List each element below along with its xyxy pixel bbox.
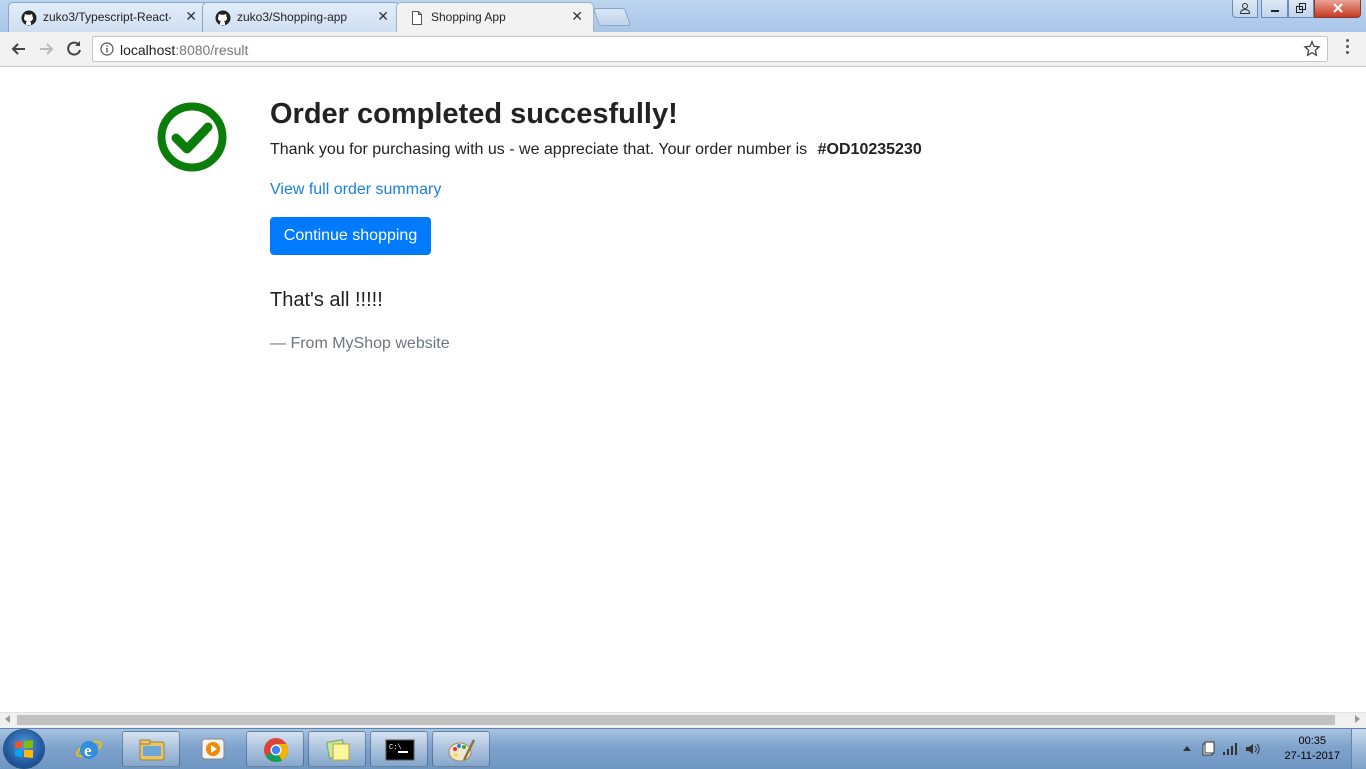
github-icon: [21, 10, 37, 26]
blockquote-text: That's all !!!!!: [270, 289, 383, 311]
scroll-right-icon[interactable]: [1355, 715, 1360, 723]
page-content: Order completed succesfully! Thank you f…: [0, 67, 1366, 712]
tab-close-icon[interactable]: ✕: [571, 8, 583, 25]
show-desktop-button[interactable]: [1351, 729, 1366, 769]
user-icon: [1239, 3, 1251, 14]
taskbar-explorer[interactable]: [122, 731, 180, 767]
url-host: localhost: [120, 42, 176, 58]
blockquote-footer: — From MyShop website: [270, 335, 450, 352]
url-text[interactable]: localhost:8080/result: [120, 42, 248, 58]
reload-icon[interactable]: [61, 36, 87, 62]
svg-text:e: e: [84, 741, 92, 760]
show-hidden-icons-icon[interactable]: [1182, 744, 1192, 752]
taskbar-ie[interactable]: e: [60, 731, 118, 767]
action-center-icon[interactable]: [1200, 741, 1216, 757]
github-icon: [215, 10, 231, 26]
tab-close-icon[interactable]: ✕: [185, 8, 197, 25]
chrome-icon: [264, 738, 289, 763]
sticky-notes-icon: [326, 739, 350, 761]
browser-tab-strip: zuko3/Typescript-React-Redux ✕ zuko3/Sho…: [0, 0, 1366, 32]
tab-shopping-app-repo[interactable]: zuko3/Shopping-app ✕: [202, 2, 400, 32]
taskbar-media-player[interactable]: [184, 731, 242, 767]
tab-close-icon[interactable]: ✕: [377, 8, 389, 25]
url-path: :8080/result: [175, 42, 249, 58]
user-profile-button[interactable]: [1232, 0, 1258, 18]
paint-icon: [448, 739, 476, 762]
windows-taskbar: e C:\ 00:35 27-11-2017: [0, 728, 1366, 769]
scrollbar-thumb[interactable]: [17, 715, 1335, 725]
tab-title: zuko3/Shopping-app: [237, 10, 348, 24]
svg-text:C:\: C:\: [389, 744, 402, 752]
taskbar-paint[interactable]: [432, 731, 490, 767]
close-window-button[interactable]: [1314, 0, 1361, 18]
system-tray: 00:35 27-11-2017: [1176, 729, 1366, 769]
info-icon[interactable]: [100, 42, 114, 56]
tab-typescript-react[interactable]: zuko3/Typescript-React-Redux ✕: [8, 2, 208, 32]
bookmark-star-icon[interactable]: [1303, 40, 1321, 58]
address-bar[interactable]: localhost:8080/result: [92, 36, 1328, 62]
forward-arrow-icon[interactable]: [33, 36, 59, 62]
taskbar-chrome[interactable]: [246, 731, 304, 767]
restore-button[interactable]: [1288, 0, 1314, 18]
message-text: Thank you for purchasing with us - we ap…: [270, 141, 808, 158]
restore-icon: [1296, 3, 1306, 13]
scroll-left-icon[interactable]: [5, 715, 10, 723]
tab-title: Shopping App: [431, 10, 506, 24]
page-title: Order completed succesfully!: [270, 98, 678, 130]
tab-title: zuko3/Typescript-React-Redux: [43, 10, 171, 24]
windows-logo-icon: [15, 740, 33, 758]
back-arrow-icon[interactable]: [6, 36, 32, 62]
order-summary-link[interactable]: View full order summary: [270, 181, 441, 199]
taskbar-sticky-notes[interactable]: [308, 731, 366, 767]
close-icon: [1332, 3, 1343, 13]
document-icon: [412, 11, 422, 25]
taskbar-clock[interactable]: 00:35 27-11-2017: [1285, 734, 1340, 764]
tab-shopping-app[interactable]: Shopping App ✕: [396, 2, 594, 32]
browser-toolbar: localhost:8080/result: [0, 32, 1366, 67]
minimize-button[interactable]: [1261, 0, 1288, 18]
volume-icon[interactable]: [1244, 741, 1260, 757]
new-tab-button[interactable]: [592, 8, 632, 26]
clock-date: 27-11-2017: [1284, 750, 1340, 762]
start-button[interactable]: [4, 730, 44, 768]
clock-time: 00:35: [1298, 735, 1327, 747]
network-icon[interactable]: [1222, 741, 1238, 757]
order-number: #OD10235230: [817, 141, 922, 158]
horizontal-scrollbar[interactable]: [0, 712, 1366, 728]
browser-menu-icon[interactable]: [1343, 39, 1351, 59]
file-explorer-icon: [139, 739, 165, 761]
continue-shopping-button[interactable]: Continue shopping: [270, 217, 431, 255]
command-prompt-icon: C:\: [385, 739, 415, 761]
media-player-icon: [201, 738, 225, 760]
internet-explorer-icon: e: [76, 740, 102, 760]
confirmation-message: Thank you for purchasing with us - we ap…: [270, 141, 922, 159]
success-check-icon: [157, 102, 227, 172]
minimize-icon: [1270, 10, 1279, 12]
taskbar-command-prompt[interactable]: C:\: [370, 731, 428, 767]
